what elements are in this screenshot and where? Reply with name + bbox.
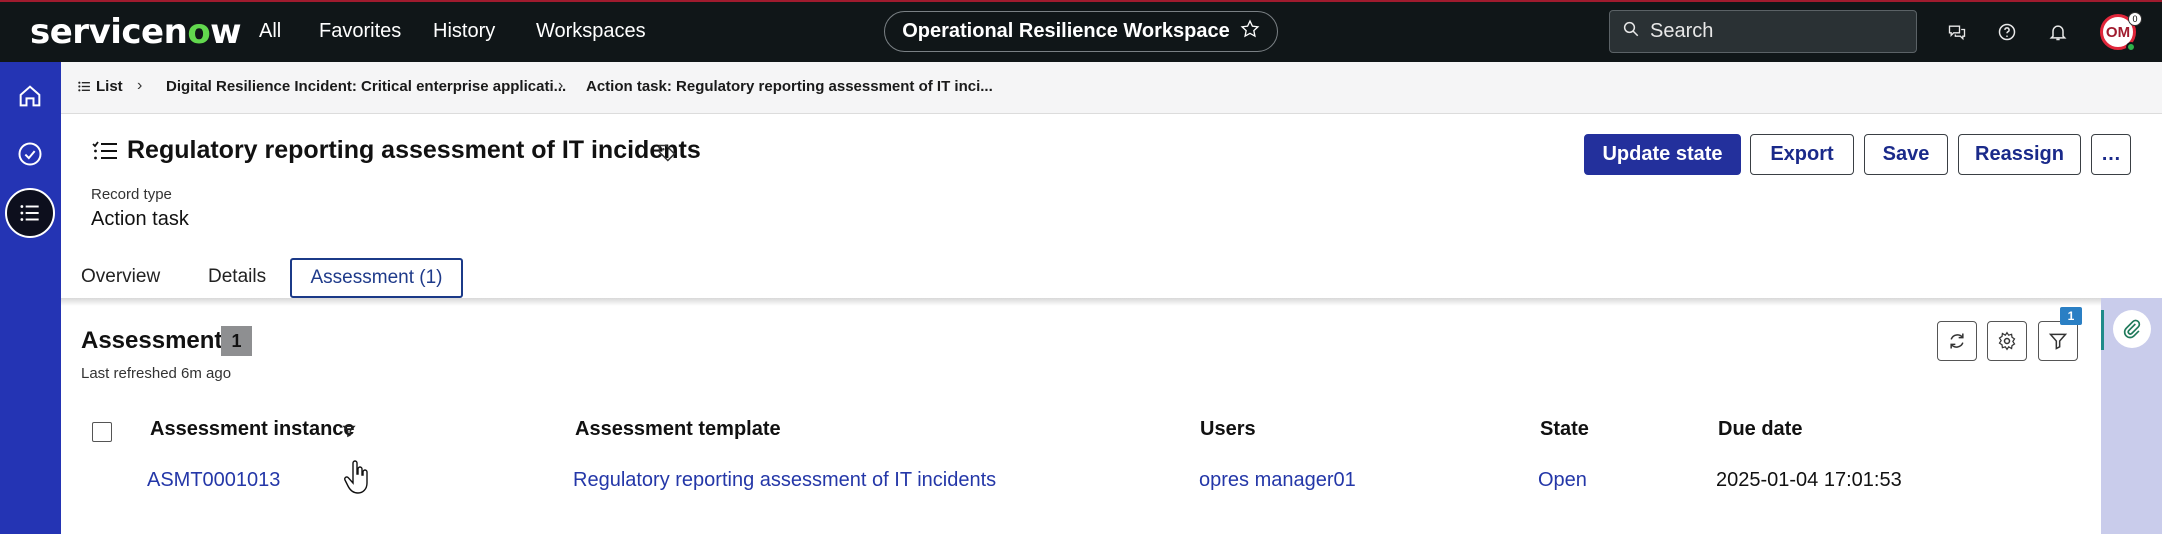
section-title: Assessment <box>81 327 223 354</box>
tab-assessment[interactable]: Assessment (1) <box>290 258 463 298</box>
last-refreshed-text: Last refreshed 6m ago <box>81 365 232 382</box>
global-search[interactable] <box>1609 10 1917 53</box>
refresh-button[interactable] <box>1937 321 1977 361</box>
workspace-switcher[interactable]: Operational Resilience Workspace <box>884 11 1278 52</box>
column-header-assessment-template[interactable]: Assessment template <box>575 418 781 441</box>
column-header-assessment-instance[interactable]: Assessment instance <box>150 418 355 441</box>
panel-divider <box>61 298 2101 306</box>
filter-count-badge: 1 <box>2060 307 2082 325</box>
filter-icon <box>2048 333 2068 350</box>
page-title: Regulatory reporting assessment of IT in… <box>127 136 701 164</box>
hand-cursor-icon <box>344 460 372 501</box>
servicenow-logo[interactable]: servicenow <box>30 12 242 52</box>
list-icon[interactable] <box>5 188 55 238</box>
top-navigation-bar: servicenow All Favorites History Workspa… <box>0 0 2162 62</box>
record-type-label: Record type <box>91 186 172 203</box>
chevron-right-icon: › <box>137 77 143 94</box>
assessment-instance-link[interactable]: ASMT0001013 <box>147 469 280 492</box>
task-list-icon <box>92 140 118 167</box>
avatar-badge: 0 <box>2128 12 2142 26</box>
refresh-icon <box>1950 333 1964 349</box>
home-icon[interactable] <box>8 74 52 118</box>
breadcrumb-list[interactable]: List <box>78 78 123 95</box>
help-icon[interactable] <box>1994 19 2020 45</box>
count-badge: 1 <box>221 326 252 356</box>
settings-button[interactable] <box>1987 321 2027 361</box>
record-type-value: Action task <box>91 208 189 230</box>
save-button[interactable]: Save <box>1864 134 1948 175</box>
chat-icon[interactable] <box>1944 19 1970 45</box>
export-button[interactable]: Export <box>1750 134 1854 175</box>
column-header-due-date[interactable]: Due date <box>1718 418 1802 441</box>
nav-history[interactable]: History <box>433 20 495 43</box>
column-header-users[interactable]: Users <box>1200 418 1256 441</box>
gear-icon <box>1998 331 2016 351</box>
reassign-button[interactable]: Reassign <box>1958 134 2081 175</box>
tag-icon[interactable] <box>657 143 677 168</box>
search-icon <box>1622 20 1640 43</box>
chevron-right-icon: › <box>558 77 564 94</box>
column-filter-icon[interactable] <box>342 424 356 443</box>
search-input[interactable] <box>1650 20 1890 43</box>
attachment-button[interactable] <box>2113 310 2151 348</box>
star-icon[interactable] <box>1240 19 1260 45</box>
breadcrumb-current: Action task: Regulatory reporting assess… <box>586 78 993 95</box>
select-all-checkbox[interactable] <box>92 422 112 442</box>
state-link[interactable]: Open <box>1538 469 1587 492</box>
paperclip-icon <box>2123 319 2141 339</box>
filter-button[interactable] <box>2038 321 2078 361</box>
list-icon <box>78 81 90 92</box>
user-link[interactable]: opres manager01 <box>1199 469 1356 492</box>
nav-workspaces[interactable]: Workspaces <box>536 20 646 43</box>
more-actions-button[interactable]: … <box>2091 134 2131 175</box>
left-rail <box>0 62 61 534</box>
tab-overview[interactable]: Overview <box>81 266 160 288</box>
nav-all[interactable]: All <box>259 20 281 43</box>
due-date-value: 2025-01-04 17:01:53 <box>1716 469 1902 491</box>
presence-indicator <box>2126 42 2136 52</box>
update-state-button[interactable]: Update state <box>1584 134 1741 175</box>
sidebar-active-indicator <box>2101 310 2104 350</box>
assessment-template-link[interactable]: Regulatory reporting assessment of IT in… <box>573 469 996 492</box>
check-circle-icon[interactable] <box>8 132 52 176</box>
nav-favorites[interactable]: Favorites <box>319 20 401 43</box>
bell-icon[interactable] <box>2045 19 2071 45</box>
column-header-state[interactable]: State <box>1540 418 1589 441</box>
workspace-title: Operational Resilience Workspace <box>902 20 1230 42</box>
breadcrumb-incident[interactable]: Digital Resilience Incident: Critical en… <box>166 78 566 95</box>
tab-details[interactable]: Details <box>208 266 266 288</box>
